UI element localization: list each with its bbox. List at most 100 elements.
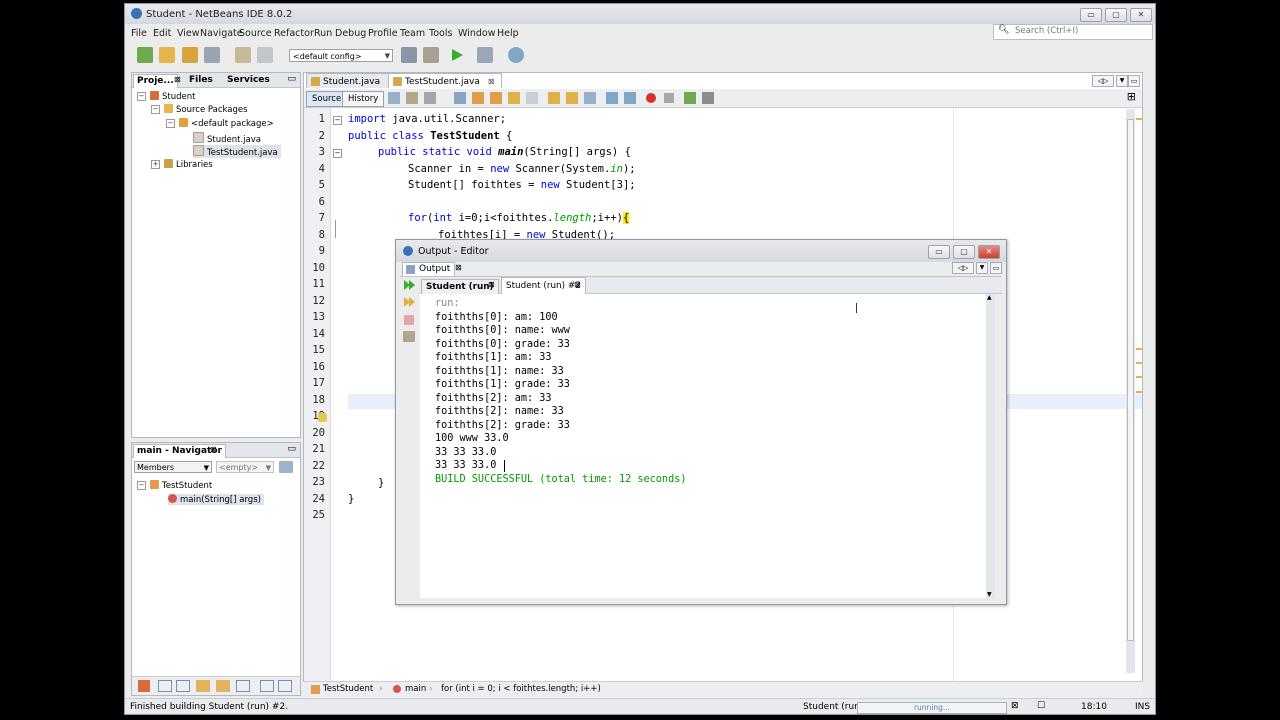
filter-fields-icon[interactable] <box>158 680 172 692</box>
debug-icon[interactable] <box>477 47 493 63</box>
error-stripe-mark[interactable] <box>1136 391 1142 393</box>
expand-icon[interactable]: − <box>166 119 175 128</box>
filter-static-icon[interactable] <box>176 680 190 692</box>
close-icon[interactable]: ⊠ <box>574 280 581 289</box>
scroll-tabs-icon[interactable]: ◁▷ <box>1092 75 1114 87</box>
filter-nonpublic-icon[interactable] <box>196 680 210 692</box>
last-edit-icon[interactable] <box>388 92 400 104</box>
toggle-bookmark-icon[interactable] <box>584 92 596 104</box>
scroll-up-icon[interactable]: ▲ <box>987 294 992 301</box>
find-icon[interactable] <box>454 92 466 104</box>
menu-help[interactable]: Help <box>497 28 519 39</box>
previous-bookmark-icon[interactable] <box>548 92 560 104</box>
menu-tools[interactable]: Tools <box>429 28 452 39</box>
toggle-rect-select-icon[interactable] <box>526 92 538 104</box>
profile-icon[interactable] <box>508 47 524 63</box>
rerun-with-options-icon[interactable] <box>403 296 416 308</box>
error-stripe-mark[interactable] <box>1136 118 1142 120</box>
progress-bar[interactable]: running... <box>857 702 1007 714</box>
sort-icon[interactable] <box>236 680 250 692</box>
find-previous-icon[interactable] <box>472 92 484 104</box>
tree-item-student[interactable]: Student <box>150 91 195 102</box>
tree-item-source-packages[interactable]: Source Packages <box>164 104 248 115</box>
menu-refactor[interactable]: Refactor <box>274 28 314 39</box>
menu-profile[interactable]: Profile <box>368 28 398 39</box>
code-line-7[interactable]: for(int i=0;i<foithtes.length;i++){ <box>408 212 630 224</box>
breadcrumb-statement[interactable]: for (int i = 0; i < foithtes.length; i++… <box>441 684 601 694</box>
stop-macro-icon[interactable] <box>664 93 674 103</box>
fold-icon[interactable]: − <box>333 116 342 125</box>
tab-services[interactable]: Services <box>224 74 273 87</box>
code-line-1[interactable]: import java.util.Scanner; <box>348 113 506 125</box>
output-minimize-button[interactable]: ▭ <box>928 245 950 259</box>
menu-window[interactable]: Window <box>458 28 495 39</box>
scroll-down-icon[interactable]: ▼ <box>987 591 992 598</box>
code-line-4[interactable]: Scanner in = new Scanner(System.in); <box>408 163 636 175</box>
close-tab-icon[interactable]: ⊠ <box>488 77 495 86</box>
menu-view[interactable]: View <box>177 28 200 39</box>
tree-item-student-java[interactable]: Student.java <box>193 132 261 145</box>
start-macro-icon[interactable] <box>646 93 656 103</box>
minimize-panel-icon[interactable]: ▭ <box>287 74 296 84</box>
breadcrumb-method[interactable]: main <box>405 684 426 694</box>
tree-item-default-package[interactable]: <default package> <box>179 118 274 129</box>
minimize-button[interactable]: ▭ <box>1080 8 1102 22</box>
new-project-icon[interactable] <box>159 47 175 63</box>
collapse-all-icon[interactable] <box>278 680 292 692</box>
menu-debug[interactable]: Debug <box>335 28 366 39</box>
redo-icon[interactable] <box>257 47 273 63</box>
config-select[interactable]: <default config> ▼ <box>289 49 393 62</box>
settings-icon[interactable] <box>403 331 415 342</box>
notifications-icon[interactable]: ☐ <box>1037 701 1045 711</box>
history-button[interactable]: History <box>342 91 385 107</box>
tab-list-icon[interactable]: ▼ <box>1116 75 1128 87</box>
navigator-item-main[interactable]: main(String[] args) <box>168 494 264 505</box>
navigator-item-class[interactable]: TestStudent <box>150 480 212 491</box>
filter-select[interactable]: <empty> ▼ <box>216 461 274 473</box>
undo-icon[interactable] <box>235 47 251 63</box>
expand-icon[interactable]: − <box>151 105 160 114</box>
split-editor-icon[interactable]: ⊞ <box>1127 90 1136 103</box>
expand-all-icon[interactable] <box>260 680 274 692</box>
tab-list-icon[interactable]: ▼ <box>976 262 988 274</box>
expand-icon[interactable]: + <box>151 160 160 169</box>
shift-left-icon[interactable] <box>606 92 618 104</box>
error-stripe-mark[interactable] <box>1136 362 1142 364</box>
tab-files[interactable]: Files <box>186 74 216 87</box>
next-bookmark-icon[interactable] <box>566 92 578 104</box>
output-console[interactable]: run: foithths[0]: am: 100 foithths[0]: n… <box>420 294 986 598</box>
scroll-tabs-icon[interactable]: ◁▷ <box>952 262 974 274</box>
error-stripe-mark[interactable] <box>1136 376 1142 378</box>
close-icon[interactable]: ⊠ <box>455 263 462 272</box>
scrollbar-thumb[interactable] <box>1127 119 1134 641</box>
subtab-student-run[interactable]: Student (run) <box>421 279 499 294</box>
rerun-icon[interactable] <box>403 279 416 291</box>
maximize-button[interactable]: ▢ <box>1105 8 1127 22</box>
running-task[interactable]: Student (run) <box>803 702 863 712</box>
save-all-icon[interactable] <box>204 47 220 63</box>
filter-options-icon[interactable] <box>279 461 293 473</box>
code-line-3[interactable]: public static void main(String[] args) { <box>378 146 631 158</box>
menu-file[interactable]: File <box>131 28 147 39</box>
inheritance-icon[interactable] <box>138 680 150 692</box>
uncomment-icon[interactable] <box>702 92 714 104</box>
back-icon[interactable] <box>406 92 418 104</box>
code-line-23[interactable]: } <box>378 477 384 489</box>
search-input[interactable]: 🔍︎ Search (Ctrl+I) <box>993 24 1153 40</box>
shift-right-icon[interactable] <box>624 92 636 104</box>
close-icon[interactable]: ⊠ <box>210 445 217 454</box>
tab-output[interactable]: Output <box>402 262 456 276</box>
editor-scrollbar[interactable] <box>1126 109 1135 673</box>
members-select[interactable]: Members ▼ <box>134 461 212 473</box>
run-icon[interactable] <box>449 47 465 63</box>
toggle-highlight-icon[interactable] <box>508 92 520 104</box>
new-file-icon[interactable] <box>137 47 153 63</box>
expand-icon[interactable]: − <box>137 481 146 490</box>
warning-icon[interactable] <box>318 413 327 422</box>
menu-navigate[interactable]: Navigate <box>200 28 243 39</box>
filter-inherited-icon[interactable] <box>216 680 230 692</box>
comment-icon[interactable] <box>684 92 696 104</box>
cancel-task-icon[interactable]: ⊠ <box>1011 701 1019 711</box>
menu-run[interactable]: Run <box>314 28 332 39</box>
menu-team[interactable]: Team <box>400 28 425 39</box>
